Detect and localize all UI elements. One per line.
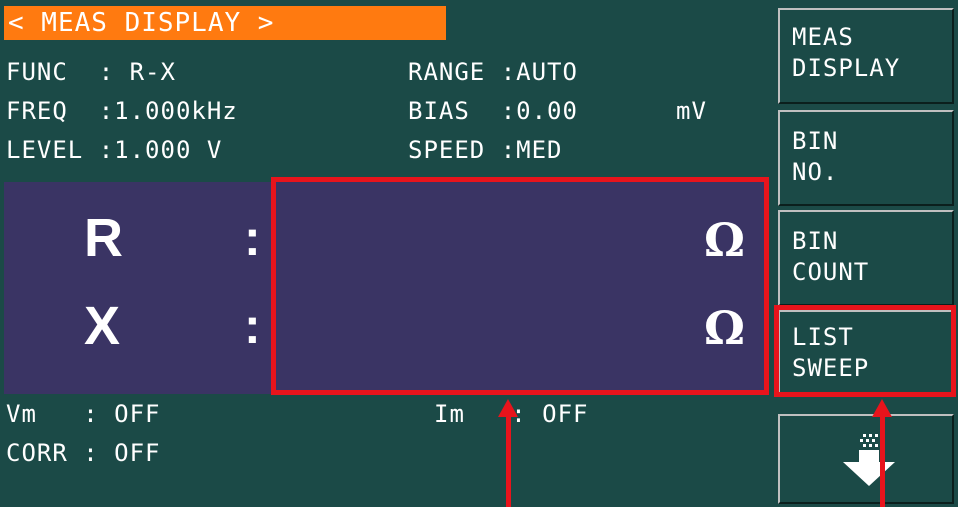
secondary-parameter-colon: :: [244, 298, 261, 354]
bin-count-softkey[interactable]: BIN COUNT: [778, 210, 954, 306]
page-title: < MEAS DISPLAY >: [8, 8, 275, 38]
level-setting: LEVEL :1.000 V: [6, 136, 223, 164]
softkey-label: MEAS DISPLAY: [792, 23, 901, 82]
primary-parameter-colon: :: [244, 210, 261, 266]
arrow-shaft-list: [880, 414, 885, 507]
page-down-arrow-icon: [843, 434, 895, 486]
softkey-label: BIN NO.: [792, 127, 839, 186]
func-setting: FUNC : R-X: [6, 58, 176, 86]
corr-status: CORR : OFF: [6, 439, 161, 467]
softkey-label: BIN COUNT: [792, 227, 870, 286]
range-setting: RANGE :AUTO: [408, 58, 578, 86]
freq-setting: FREQ :1.000kHz: [6, 97, 238, 125]
bias-setting: BIAS :0.00: [408, 97, 578, 125]
vm-status: Vm : OFF: [6, 400, 161, 428]
meas-display-softkey[interactable]: MEAS DISPLAY: [778, 8, 954, 104]
arrow-shaft-display: [506, 414, 511, 507]
secondary-parameter-label: X: [84, 296, 121, 356]
list-sweep-highlight: [774, 305, 956, 397]
primary-parameter-label: R: [84, 208, 123, 268]
speed-setting: SPEED :MED: [408, 136, 563, 164]
bin-no-softkey[interactable]: BIN NO.: [778, 110, 954, 206]
display-area-highlight: [271, 177, 769, 395]
instrument-screenshot: < MEAS DISPLAY > FUNC : R-X FREQ :1.000k…: [0, 0, 958, 507]
page-title-bar: < MEAS DISPLAY >: [4, 6, 446, 40]
bias-unit: mV: [676, 97, 707, 125]
